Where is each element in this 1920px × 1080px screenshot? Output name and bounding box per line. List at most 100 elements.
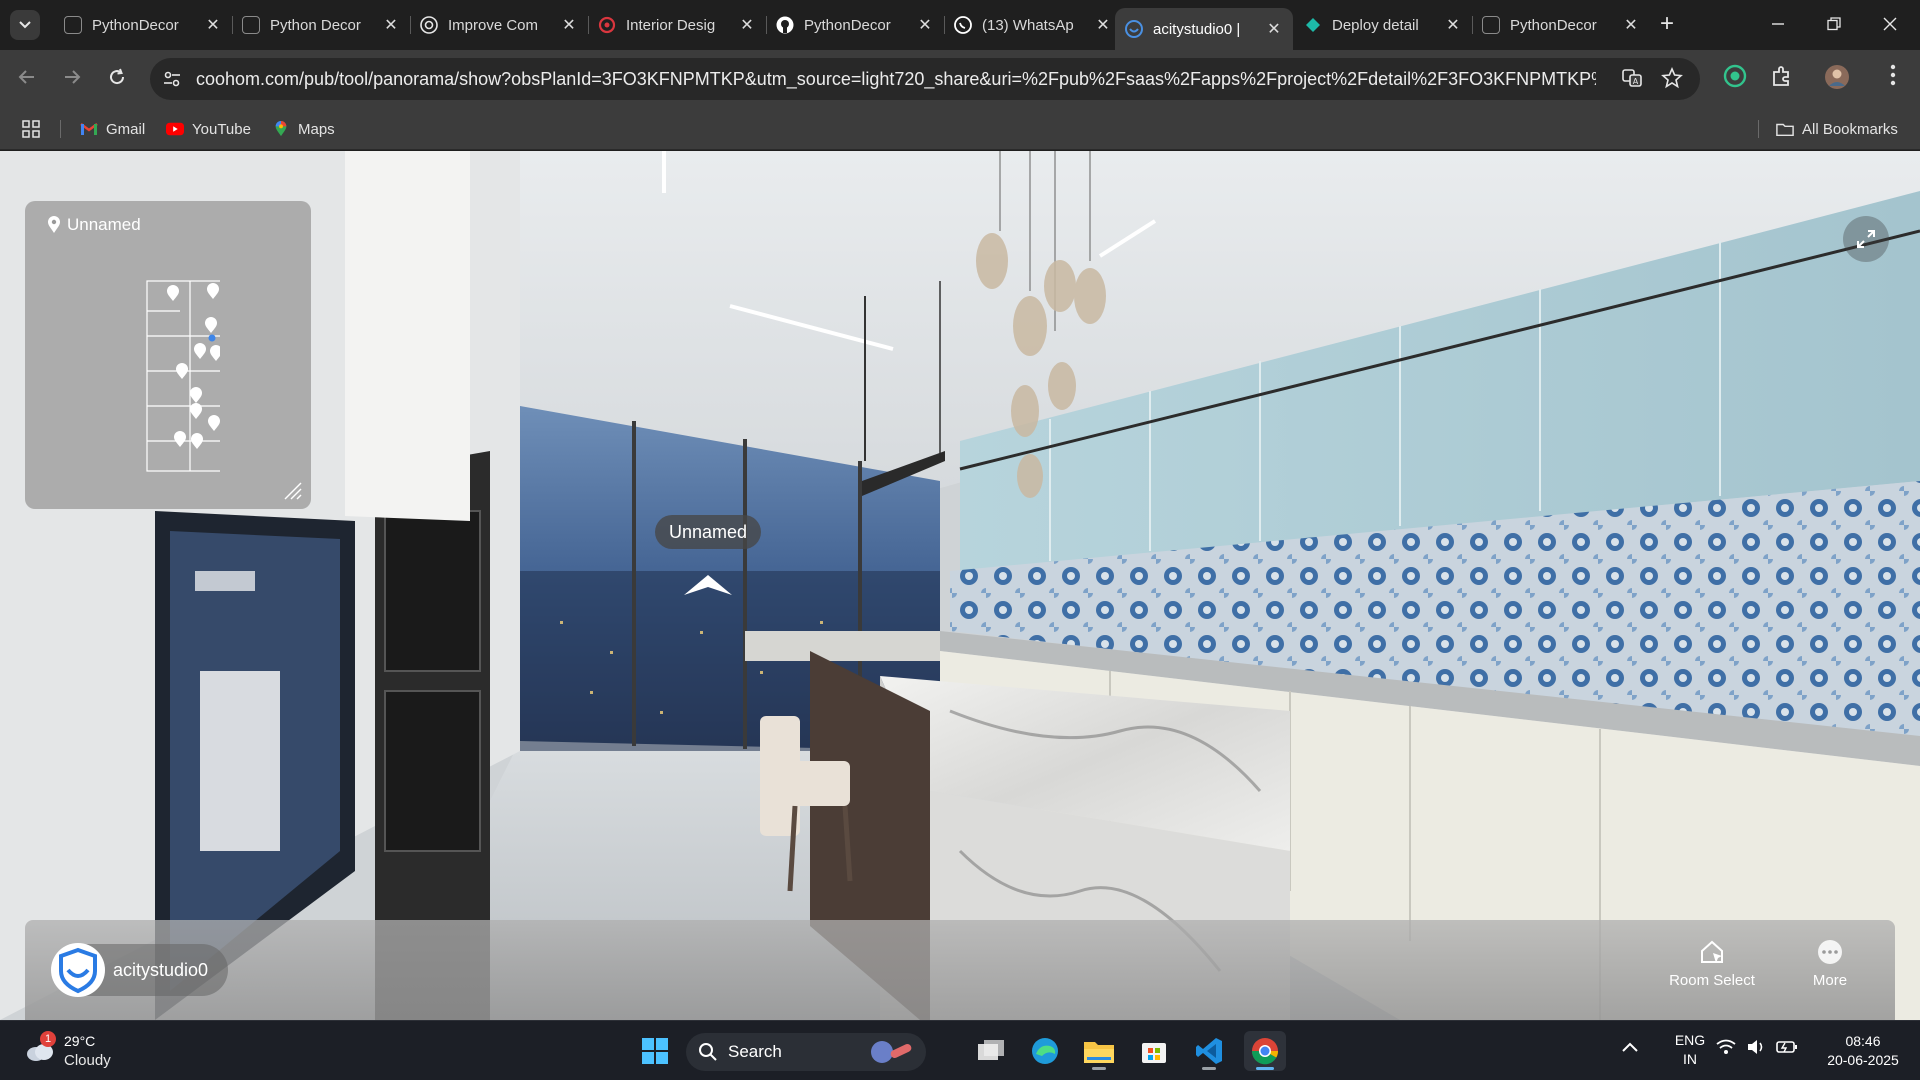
close-icon <box>1883 17 1897 31</box>
close-icon[interactable]: ✕ <box>1094 15 1112 35</box>
resize-handle-icon[interactable] <box>281 479 303 501</box>
store-icon <box>1142 1043 1166 1063</box>
vscode-app[interactable] <box>1188 1031 1230 1071</box>
location-pin-icon <box>48 216 60 233</box>
room-select-icon <box>1701 940 1723 963</box>
gmail-icon <box>80 123 98 135</box>
kebab-menu-icon[interactable] <box>1878 64 1908 94</box>
hotspot-label[interactable]: Unnamed <box>655 515 762 549</box>
close-icon[interactable]: ✕ <box>1265 19 1283 39</box>
whatsapp-icon <box>954 16 972 34</box>
teal-logo-icon <box>1304 16 1322 34</box>
start-button[interactable] <box>634 1031 676 1071</box>
tab-title: PythonDecor <box>92 16 179 34</box>
minimap-header: Unnamed <box>47 215 141 235</box>
viewpoint-markers[interactable] <box>167 283 220 449</box>
reload-icon <box>110 68 125 85</box>
language-code: ENG <box>1674 1032 1706 1048</box>
back-button[interactable] <box>10 62 44 96</box>
task-view-button[interactable] <box>970 1031 1012 1071</box>
windows-logo-icon <box>642 1038 668 1064</box>
wifi-icon <box>1716 1039 1736 1054</box>
microsoft-store-app[interactable] <box>1133 1031 1175 1071</box>
tab-title: Interior Desig <box>626 16 716 34</box>
floorplan-drawing[interactable] <box>120 261 220 481</box>
new-tab-button[interactable]: + <box>1652 10 1682 40</box>
search-icon <box>699 1043 717 1061</box>
close-icon[interactable]: ✕ <box>1444 15 1462 35</box>
coohom-icon <box>1125 20 1143 38</box>
tab-whatsapp[interactable]: (13) WhatsAp ✕ <box>944 8 1122 42</box>
brand-badge[interactable]: acitystudio0 <box>51 943 229 997</box>
tab-interior-design[interactable]: Interior Desig ✕ <box>588 8 766 42</box>
tab-python-decor-2[interactable]: Python Decor ✕ <box>232 8 410 42</box>
chevron-down-icon <box>19 21 31 29</box>
brand-logo <box>51 943 105 997</box>
tab-deploy-detail[interactable]: Deploy detail ✕ <box>1294 8 1472 42</box>
bookmark-gmail[interactable]: Gmail <box>80 118 145 140</box>
move-forward-arrow-icon[interactable] <box>682 571 734 597</box>
tab-github-pythondecor[interactable]: PythonDecor ✕ <box>766 8 944 42</box>
all-bookmarks-button[interactable]: All Bookmarks <box>1776 118 1898 140</box>
region-code: IN <box>1683 1051 1697 1067</box>
panorama-bottom-bar: acitystudio0 Room Select More <box>25 920 1895 1020</box>
close-icon[interactable]: ✕ <box>1622 15 1640 35</box>
weather-condition: Cloudy <box>64 1052 111 1069</box>
room-select-button[interactable]: Room Select <box>1657 938 1767 998</box>
weather-temperature: 29°C <box>64 1033 96 1049</box>
system-tray-icons[interactable] <box>1716 1039 1798 1055</box>
panorama-viewport[interactable]: Unnamed Unnamed acitystudio0 Room Select… <box>0 151 1920 1020</box>
tab-strip: PythonDecor ✕ Python Decor ✕ Improve Com… <box>0 0 1920 50</box>
minimize-button[interactable] <box>1750 8 1806 42</box>
extensions-puzzle-icon[interactable] <box>1767 64 1797 94</box>
file-explorer-app[interactable] <box>1078 1031 1120 1071</box>
bookmark-youtube[interactable]: YouTube <box>166 118 251 140</box>
edge-app[interactable] <box>1024 1031 1066 1071</box>
floorplan-minimap[interactable]: Unnamed <box>25 201 311 509</box>
tab-pythondecor-1[interactable]: PythonDecor ✕ <box>54 8 232 42</box>
bookmarks-bar: Gmail YouTube Maps All Bookmarks <box>0 108 1920 150</box>
tab-search-button[interactable] <box>10 10 40 40</box>
address-bar[interactable]: coohom.com/pub/tool/panorama/show?obsPla… <box>150 58 1700 100</box>
translate-icon[interactable]: A <box>1620 67 1644 91</box>
tab-pythondecor-last[interactable]: PythonDecor ✕ <box>1472 8 1650 42</box>
chevron-up-icon <box>1622 1042 1638 1052</box>
extension-green-icon[interactable] <box>1720 64 1750 94</box>
bookmark-star-icon[interactable] <box>1660 66 1684 91</box>
clock-date: 20-06-2025 <box>1827 1052 1899 1068</box>
tab-title: Python Decor <box>270 16 361 34</box>
more-button[interactable]: More <box>1775 938 1885 998</box>
close-icon[interactable]: ✕ <box>916 15 934 35</box>
reload-button[interactable] <box>100 62 134 96</box>
youtube-icon <box>166 122 184 136</box>
close-window-button[interactable] <box>1862 8 1918 42</box>
close-icon[interactable]: ✕ <box>382 15 400 35</box>
restore-button[interactable] <box>1806 8 1862 42</box>
weather-widget[interactable]: 1 29°C Cloudy <box>20 1031 140 1071</box>
browser-toolbar: coohom.com/pub/tool/panorama/show?obsPla… <box>0 50 1920 108</box>
profile-avatar[interactable] <box>1822 64 1852 94</box>
language-indicator[interactable]: ENG IN <box>1668 1031 1712 1069</box>
bookmark-maps[interactable]: Maps <box>272 118 335 140</box>
tab-acitystudio-active[interactable]: acitystudio0 | ✕ <box>1115 8 1293 50</box>
volume-icon <box>1748 1040 1763 1054</box>
running-indicator <box>1092 1067 1106 1070</box>
forward-button[interactable] <box>55 62 89 96</box>
tab-title: PythonDecor <box>804 16 891 34</box>
tab-improve-com[interactable]: Improve Com ✕ <box>410 8 588 42</box>
clock[interactable]: 08:46 20-06-2025 <box>1818 1032 1908 1070</box>
tab-title: PythonDecor <box>1510 16 1597 34</box>
url-text[interactable]: coohom.com/pub/tool/panorama/show?obsPla… <box>196 69 1596 89</box>
site-settings-icon[interactable] <box>162 69 182 89</box>
close-icon[interactable]: ✕ <box>560 15 578 35</box>
close-icon[interactable]: ✕ <box>204 15 222 35</box>
chrome-app[interactable] <box>1244 1031 1286 1071</box>
taskbar-search[interactable]: Search <box>686 1033 926 1071</box>
bookmark-label: YouTube <box>192 120 251 138</box>
close-icon[interactable]: ✕ <box>738 15 756 35</box>
bookmark-separator <box>60 120 61 138</box>
fullscreen-button[interactable] <box>1843 216 1889 262</box>
show-hidden-icons-button[interactable] <box>1622 1039 1638 1055</box>
brand-name: acitystudio0 <box>113 959 209 980</box>
apps-grid-button[interactable] <box>22 118 40 140</box>
